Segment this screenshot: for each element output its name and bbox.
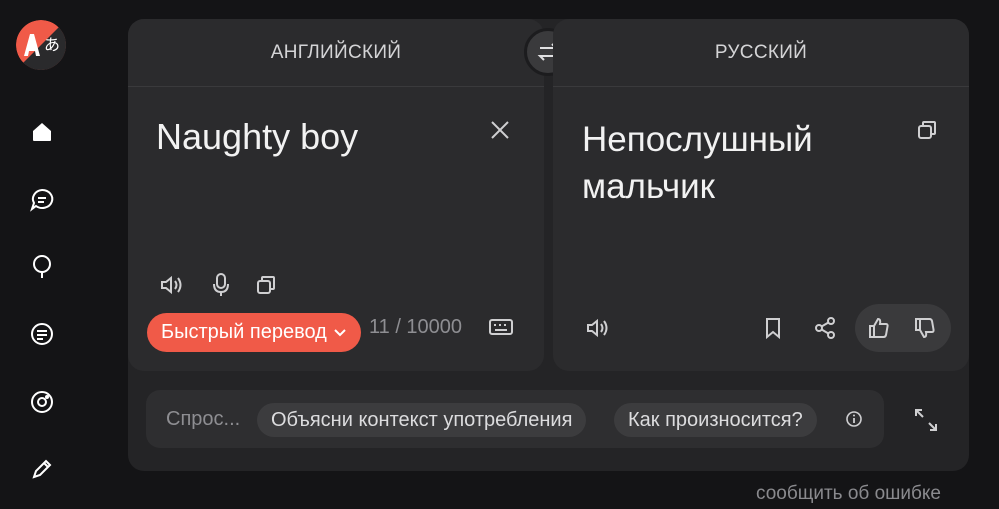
thumbs-up-icon[interactable] [865,314,893,342]
speaker-icon[interactable] [158,271,186,299]
rating-group [855,304,951,352]
chat-icon[interactable] [28,186,56,214]
speaker-translation-icon[interactable] [584,314,612,342]
character-counter: 11 / 10000 [369,316,463,338]
camera-icon[interactable] [28,388,56,416]
copy-translation-icon[interactable] [913,116,941,144]
document-icon[interactable] [28,320,56,348]
pen-icon[interactable] [28,455,56,483]
share-icon[interactable] [811,314,839,342]
source-text-input[interactable]: Naughty boy [156,116,358,158]
target-language-selector[interactable]: РУССКИЙ [553,19,969,87]
thumbs-down-icon[interactable] [911,314,939,342]
assistant-input[interactable]: Спрос... [166,408,240,431]
source-language-selector[interactable]: АНГЛИЙСКИЙ [128,19,544,87]
svg-text:あ: あ [44,35,60,54]
expand-icon[interactable] [912,406,940,434]
translator-logo[interactable]: あ [16,20,66,70]
copy-icon[interactable] [252,271,280,299]
assistant-bar: Спрос... Объясни контекст употребления К… [146,390,884,448]
chip-explain-context[interactable]: Объясни контекст употребления [257,403,587,437]
chevron-down-icon [333,321,347,344]
keyboard-icon[interactable] [486,313,516,341]
microphone-icon[interactable] [207,271,235,299]
report-error-link[interactable]: сообщить об ошибке [756,483,941,505]
bookmark-icon[interactable] [759,314,787,342]
info-icon[interactable] [840,405,868,433]
bulb-icon[interactable] [28,253,56,281]
fast-translation-button[interactable]: Быстрый перевод [147,313,361,352]
fast-translation-label: Быстрый перевод [161,321,327,343]
translation-output: Непослушный мальчик [582,120,813,206]
home-icon[interactable] [28,118,56,146]
clear-icon[interactable] [486,116,514,144]
chip-pronunciation[interactable]: Как произносится? [614,403,817,437]
sidebar: あ [0,0,84,509]
